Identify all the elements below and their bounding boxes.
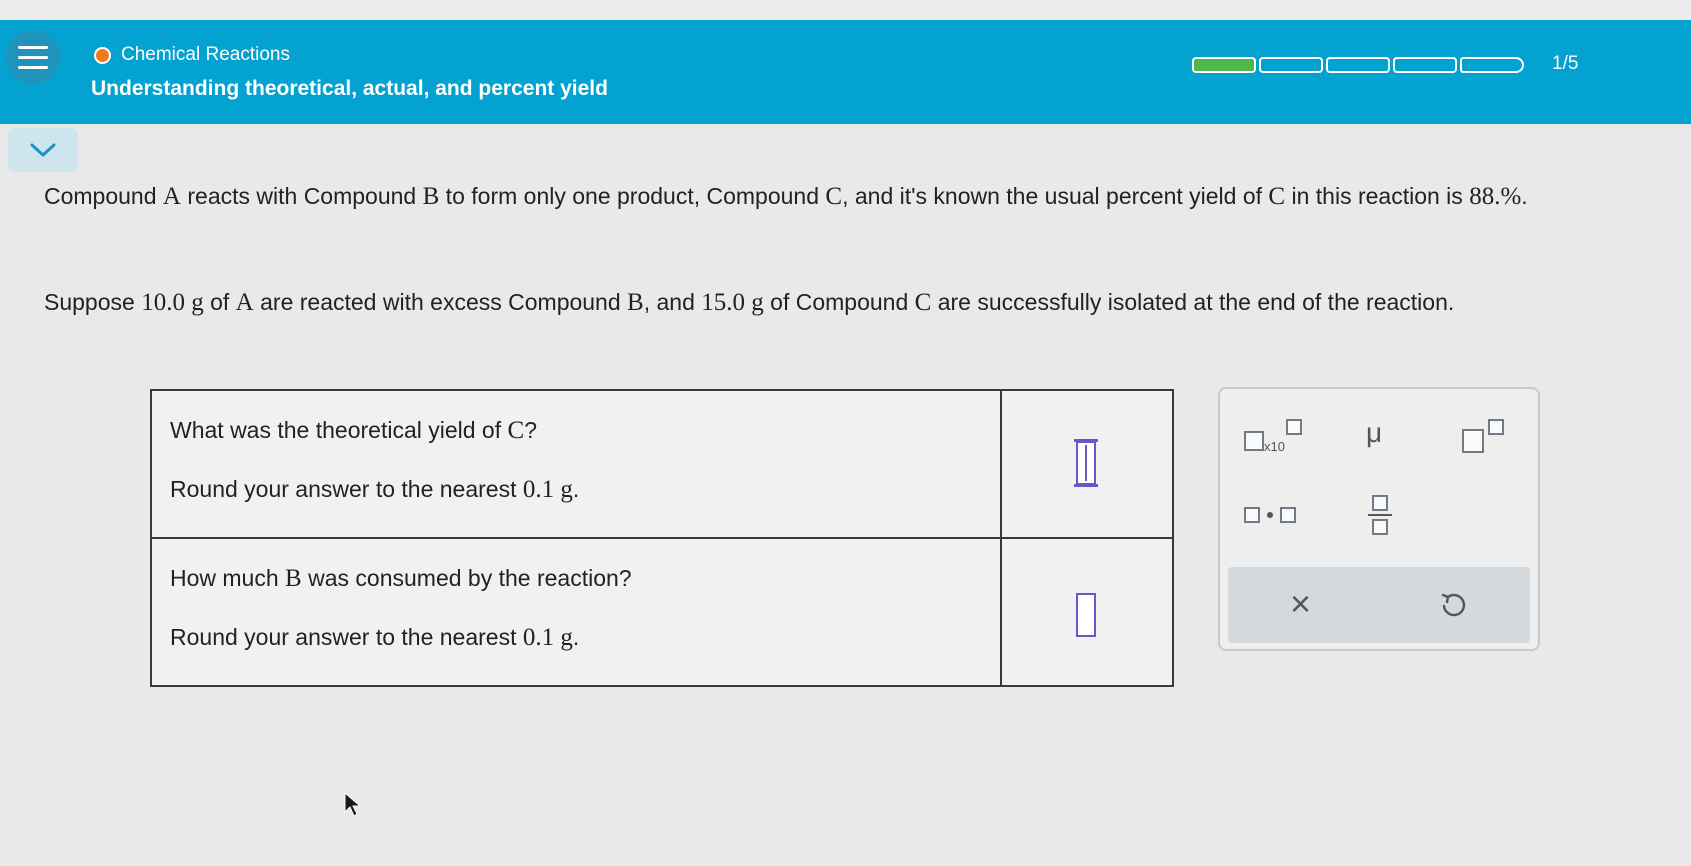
fraction-button[interactable] — [1368, 495, 1392, 535]
instruction-math: 0.1 g — [522, 476, 573, 503]
problem-text: in this reaction is — [1285, 183, 1470, 209]
clear-button[interactable]: × — [1290, 583, 1311, 625]
undo-button[interactable] — [1440, 591, 1466, 624]
lesson-title: Understanding theoretical, actual, and p… — [91, 77, 608, 100]
problem-text: Compound — [44, 183, 163, 209]
progress-segment — [1192, 57, 1256, 73]
problem-math: 15.0 g — [701, 289, 764, 316]
problem-text: of — [203, 289, 236, 315]
rounding-instruction: Round your answer to the nearest 0.1 g. — [170, 472, 982, 507]
problem-text: , and it's known the usual percent yield… — [842, 183, 1269, 209]
answer-cell — [1000, 389, 1174, 539]
scientific-notation-icon: x10 — [1244, 419, 1308, 454]
problem-text: of Compound — [763, 289, 915, 315]
question-text-part: How much — [170, 565, 286, 591]
fraction-icon — [1368, 495, 1392, 535]
mouse-pointer-icon — [344, 792, 362, 817]
chevron-down-icon — [30, 143, 56, 157]
answer-cell — [1000, 537, 1174, 687]
question-text-part: What was the theoretical yield of — [170, 417, 508, 443]
theoretical-yield-input[interactable] — [1074, 439, 1098, 487]
question-text: How much B was consumed by the reaction? — [170, 561, 982, 596]
scientific-notation-button[interactable]: x10 — [1244, 419, 1308, 458]
question-cell: What was the theoretical yield of C? Rou… — [150, 389, 1002, 539]
problem-math: 10.0 g — [141, 289, 204, 316]
topic-row: Chemical Reactions — [94, 44, 290, 66]
problem-text: , and — [643, 289, 702, 315]
browser-top-strip — [0, 0, 1691, 20]
problem-math: C — [1268, 183, 1286, 210]
problem-math: A — [235, 289, 254, 316]
hamburger-icon — [18, 45, 48, 49]
topic-label: Chemical Reactions — [121, 44, 290, 65]
progress-segment — [1326, 57, 1390, 73]
tool-actions-bar: × — [1228, 567, 1530, 643]
superscript-button[interactable] — [1462, 419, 1508, 458]
problem-statement-1: Compound A reacts with Compound B to for… — [44, 176, 1624, 217]
problem-text: reacts with Compound — [180, 183, 423, 209]
problem-text: to form only one product, Compound — [439, 183, 826, 209]
table-row: How much B was consumed by the reaction?… — [150, 537, 1174, 687]
problem-math: A — [162, 183, 181, 210]
question-math: C — [507, 417, 525, 444]
question-text-part: ? — [524, 417, 537, 443]
hamburger-icon-line — [18, 55, 48, 59]
multiply-dot-button[interactable] — [1244, 507, 1296, 528]
clear-icon: × — [1290, 583, 1312, 624]
progress-bar — [1192, 57, 1524, 73]
problem-math: B — [422, 183, 440, 210]
menu-button[interactable] — [6, 30, 60, 84]
cursor-cap — [1074, 484, 1098, 487]
table-row: What was the theoretical yield of C? Rou… — [150, 389, 1174, 539]
multiply-dot-icon — [1244, 507, 1296, 523]
b-consumed-input[interactable] — [1076, 593, 1096, 637]
question-text: What was the theoretical yield of C? — [170, 413, 982, 448]
topic-status-dot-icon — [94, 46, 111, 64]
problem-text: are reacted with excess Compound — [253, 289, 628, 315]
question-text-part: was consumed by the reaction? — [301, 565, 632, 591]
progress-segment — [1259, 57, 1323, 73]
progress-segment — [1460, 57, 1524, 73]
hamburger-icon-line — [18, 65, 48, 69]
progress-label: 1/5 — [1552, 53, 1579, 74]
math-tool-panel: x10 μ × — [1218, 387, 1540, 651]
problem-text: . — [1521, 183, 1528, 209]
problem-math: 88.% — [1469, 183, 1522, 210]
instruction-text: . — [572, 476, 580, 502]
question-table: What was the theoretical yield of C? Rou… — [150, 389, 1174, 687]
micro-symbol-button[interactable]: μ — [1366, 417, 1382, 449]
sci-notation-label: x10 — [1264, 439, 1285, 454]
collapse-button[interactable] — [8, 128, 78, 172]
problem-statement-2: Suppose 10.0 g of A are reacted with exc… — [44, 282, 1624, 323]
rounding-instruction: Round your answer to the nearest 0.1 g. — [170, 620, 982, 655]
problem-text: are successfully isolated at the end of … — [931, 289, 1455, 315]
problem-math: C — [825, 183, 843, 210]
cursor-cap — [1074, 439, 1098, 442]
problem-math: B — [627, 289, 644, 316]
micro-symbol-icon: μ — [1366, 417, 1383, 448]
undo-icon — [1441, 593, 1466, 617]
instruction-text: Round your answer to the nearest — [170, 476, 523, 502]
superscript-icon — [1462, 419, 1508, 453]
problem-math: C — [914, 289, 932, 316]
progress-segment — [1393, 57, 1457, 73]
problem-text: Suppose — [44, 289, 142, 315]
instruction-text: Round your answer to the nearest — [170, 624, 523, 650]
question-math: B — [285, 565, 302, 592]
instruction-text: . — [572, 624, 580, 650]
instruction-math: 0.1 g — [522, 624, 573, 651]
question-cell: How much B was consumed by the reaction?… — [150, 537, 1002, 687]
